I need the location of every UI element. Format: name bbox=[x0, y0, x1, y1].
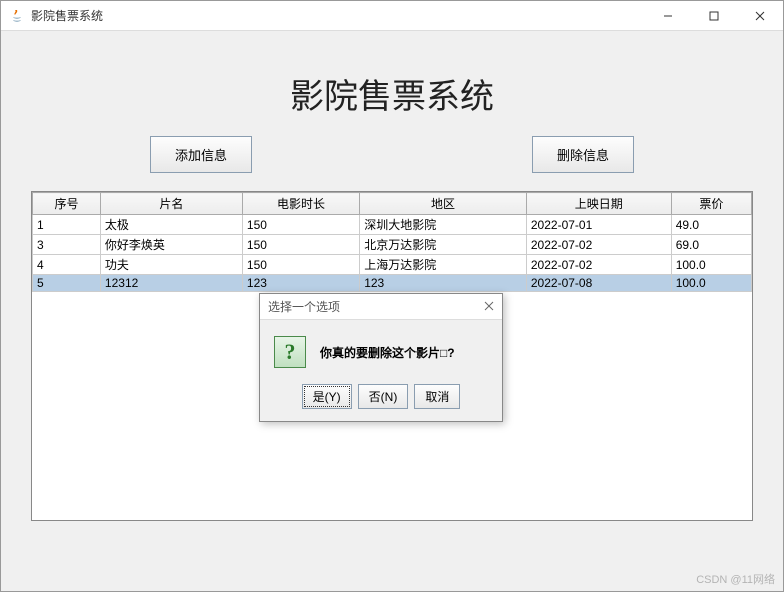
content-area: 影院售票系统 添加信息 删除信息 序号 片名 电影时长 地区 上映日期 票价 1… bbox=[1, 31, 783, 541]
table-cell[interactable]: 2022-07-02 bbox=[526, 235, 671, 255]
table-cell[interactable]: 123 bbox=[360, 275, 527, 292]
table-cell[interactable]: 5 bbox=[33, 275, 101, 292]
table-cell[interactable]: 150 bbox=[242, 215, 359, 235]
table-row[interactable]: 5123121231232022-07-08100.0 bbox=[33, 275, 752, 292]
col-seq[interactable]: 序号 bbox=[33, 193, 101, 215]
table-row[interactable]: 1太极150深圳大地影院2022-07-0149.0 bbox=[33, 215, 752, 235]
close-button[interactable] bbox=[737, 1, 783, 30]
table-cell[interactable]: 2022-07-01 bbox=[526, 215, 671, 235]
dialog-button-row: 是(Y) 否(N) 取消 bbox=[274, 384, 488, 409]
table-cell[interactable]: 100.0 bbox=[671, 255, 751, 275]
table-cell[interactable]: 150 bbox=[242, 255, 359, 275]
window-title: 影院售票系统 bbox=[31, 7, 103, 24]
table-cell[interactable]: 太极 bbox=[100, 215, 242, 235]
table-cell[interactable]: 123 bbox=[242, 275, 359, 292]
yes-button[interactable]: 是(Y) bbox=[302, 384, 352, 409]
table-cell[interactable]: 69.0 bbox=[671, 235, 751, 255]
watermark: CSDN @11网络 bbox=[696, 571, 775, 587]
minimize-button[interactable] bbox=[645, 1, 691, 30]
table-cell[interactable]: 100.0 bbox=[671, 275, 751, 292]
table-cell[interactable]: 4 bbox=[33, 255, 101, 275]
table-cell[interactable]: 150 bbox=[242, 235, 359, 255]
page-title: 影院售票系统 bbox=[31, 69, 753, 118]
col-price[interactable]: 票价 bbox=[671, 193, 751, 215]
col-date[interactable]: 上映日期 bbox=[526, 193, 671, 215]
table-row[interactable]: 4功夫150上海万达影院2022-07-02100.0 bbox=[33, 255, 752, 275]
table-cell[interactable]: 1 bbox=[33, 215, 101, 235]
button-row: 添加信息 删除信息 bbox=[31, 136, 753, 173]
confirm-dialog: 选择一个选项 ? 你真的要删除这个影片□? 是(Y) 否(N) 取消 bbox=[259, 293, 503, 422]
delete-info-button[interactable]: 删除信息 bbox=[532, 136, 634, 173]
col-name[interactable]: 片名 bbox=[100, 193, 242, 215]
window-controls bbox=[645, 1, 783, 30]
table-cell[interactable]: 你好李焕英 bbox=[100, 235, 242, 255]
table-cell[interactable]: 12312 bbox=[100, 275, 242, 292]
close-icon bbox=[484, 301, 494, 311]
table-cell[interactable]: 深圳大地影院 bbox=[360, 215, 527, 235]
table-cell[interactable]: 功夫 bbox=[100, 255, 242, 275]
java-icon bbox=[9, 8, 25, 24]
dialog-message-row: ? 你真的要删除这个影片□? bbox=[274, 336, 488, 368]
no-button[interactable]: 否(N) bbox=[358, 384, 409, 409]
col-region[interactable]: 地区 bbox=[360, 193, 527, 215]
table-cell[interactable]: 北京万达影院 bbox=[360, 235, 527, 255]
table-header-row: 序号 片名 电影时长 地区 上映日期 票价 bbox=[33, 193, 752, 215]
titlebar-left: 影院售票系统 bbox=[9, 7, 103, 24]
col-duration[interactable]: 电影时长 bbox=[242, 193, 359, 215]
table-cell[interactable]: 3 bbox=[33, 235, 101, 255]
table-cell[interactable]: 49.0 bbox=[671, 215, 751, 235]
close-icon bbox=[755, 11, 765, 21]
table-cell[interactable]: 上海万达影院 bbox=[360, 255, 527, 275]
dialog-close-button[interactable] bbox=[484, 300, 494, 314]
table-body: 1太极150深圳大地影院2022-07-0149.03你好李焕英150北京万达影… bbox=[33, 215, 752, 292]
add-info-button[interactable]: 添加信息 bbox=[150, 136, 252, 173]
table-cell[interactable]: 2022-07-08 bbox=[526, 275, 671, 292]
dialog-body: ? 你真的要删除这个影片□? 是(Y) 否(N) 取消 bbox=[260, 320, 502, 421]
dialog-titlebar: 选择一个选项 bbox=[260, 294, 502, 320]
maximize-icon bbox=[709, 11, 719, 21]
minimize-icon bbox=[663, 11, 673, 21]
maximize-button[interactable] bbox=[691, 1, 737, 30]
titlebar: 影院售票系统 bbox=[1, 1, 783, 31]
table-cell[interactable]: 2022-07-02 bbox=[526, 255, 671, 275]
cancel-button[interactable]: 取消 bbox=[414, 384, 460, 409]
movie-table[interactable]: 序号 片名 电影时长 地区 上映日期 票价 1太极150深圳大地影院2022-0… bbox=[32, 192, 752, 292]
question-icon: ? bbox=[274, 336, 306, 368]
table-row[interactable]: 3你好李焕英150北京万达影院2022-07-0269.0 bbox=[33, 235, 752, 255]
main-window: 影院售票系统 影院售票系统 添加信息 删除信息 序号 bbox=[0, 0, 784, 592]
dialog-message: 你真的要删除这个影片□? bbox=[320, 344, 455, 361]
dialog-title-text: 选择一个选项 bbox=[268, 298, 340, 315]
